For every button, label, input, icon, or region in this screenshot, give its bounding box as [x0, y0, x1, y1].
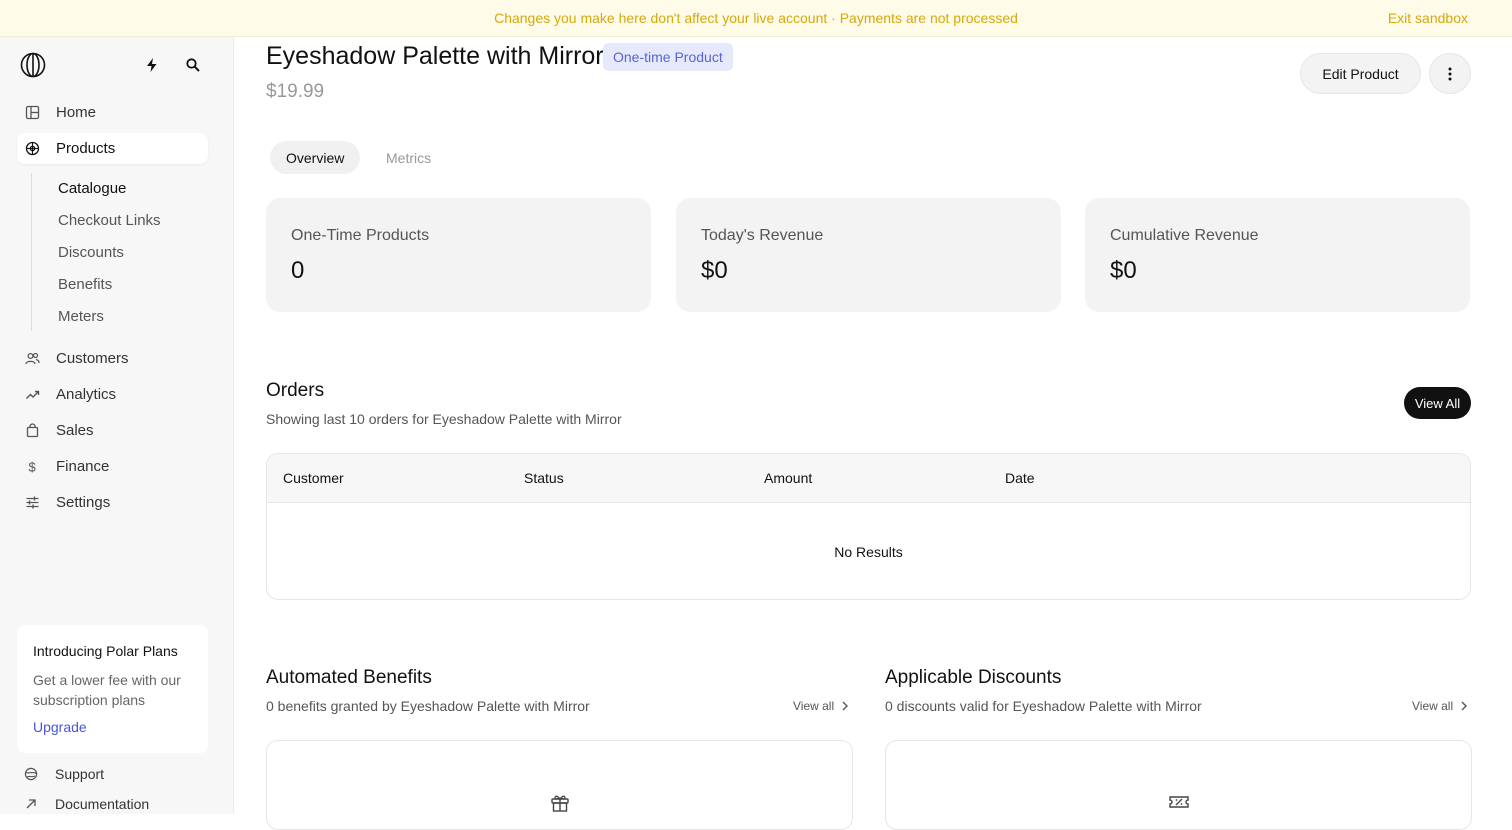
exit-sandbox-link[interactable]: Exit sandbox — [1388, 10, 1468, 26]
sandbox-banner: Changes you make here don't affect your … — [0, 0, 1512, 37]
products-icon — [25, 141, 40, 156]
subnav-item-checkout-links[interactable]: Checkout Links — [58, 212, 161, 229]
bag-icon — [26, 423, 39, 438]
sidebar-item-sales[interactable]: Sales — [17, 415, 208, 446]
tab-metrics[interactable]: Metrics — [370, 141, 447, 174]
main-content: Eyeshadow Palette with Mirror One-time P… — [234, 37, 1512, 830]
subnav-item-catalogue[interactable]: Catalogue — [58, 180, 126, 197]
stat-label: One-Time Products — [291, 227, 430, 244]
sandbox-message: Changes you make here don't affect your … — [494, 10, 1018, 26]
more-options-button[interactable] — [1429, 53, 1471, 94]
products-subnav: Catalogue Checkout Links Discounts Benef… — [31, 173, 207, 331]
column-header-status[interactable]: Status — [524, 470, 564, 486]
polar-plans-promo: Introducing Polar Plans Get a lower fee … — [17, 625, 208, 753]
chevron-right-icon — [1461, 701, 1468, 711]
dollar-icon: $ — [29, 460, 37, 475]
documentation-label: Documentation — [55, 796, 150, 812]
sidebar-item-finance[interactable]: $ Finance — [17, 451, 208, 482]
layout-icon — [25, 105, 40, 120]
sidebar: Home Products Catalogue Checkout Links D… — [0, 37, 234, 814]
search-icon[interactable] — [185, 57, 201, 73]
benefits-subtitle: 0 benefits granted by Eyeshadow Palette … — [266, 698, 590, 714]
trend-icon — [26, 390, 40, 399]
stat-label: Cumulative Revenue — [1110, 227, 1259, 244]
edit-product-button[interactable]: Edit Product — [1300, 53, 1421, 94]
stat-card-one-time-products: One-Time Products 0 — [266, 198, 651, 312]
subnav-item-benefits[interactable]: Benefits — [58, 276, 112, 293]
orders-table-header: Customer Status Amount Date — [267, 454, 1470, 503]
orders-table: Customer Status Amount Date No Results — [266, 453, 1471, 600]
sidebar-item-label: Sales — [56, 422, 94, 439]
column-header-date[interactable]: Date — [1005, 470, 1035, 486]
globe-icon — [24, 767, 38, 781]
subnav-item-discounts[interactable]: Discounts — [58, 244, 124, 261]
sidebar-item-label: Settings — [56, 494, 111, 511]
lightning-icon[interactable] — [144, 57, 160, 73]
ticket-icon — [1169, 796, 1189, 808]
upgrade-link[interactable]: Upgrade — [33, 719, 87, 735]
promo-description: Get a lower fee with our subscription pl… — [33, 672, 181, 708]
gift-icon — [551, 795, 569, 812]
view-all-label: View all — [1412, 699, 1454, 713]
benefits-empty-box — [266, 740, 853, 830]
stat-card-todays-revenue: Today's Revenue $0 — [676, 198, 1061, 312]
product-price: $19.99 — [266, 81, 325, 102]
benefits-title: Automated Benefits — [266, 667, 432, 688]
no-results-message: No Results — [834, 544, 903, 560]
view-all-label: View all — [793, 699, 835, 713]
orders-title: Orders — [266, 380, 325, 401]
product-type-badge: One-time Product — [603, 43, 733, 71]
sidebar-item-home[interactable]: Home — [17, 97, 208, 128]
page-title: Eyeshadow Palette with Mirror — [266, 42, 604, 70]
column-header-customer[interactable]: Customer — [283, 470, 344, 486]
polar-logo-icon[interactable] — [20, 52, 46, 78]
sidebar-item-analytics[interactable]: Analytics — [17, 379, 208, 410]
benefits-view-all-link[interactable]: View all — [793, 699, 849, 713]
promo-title: Introducing Polar Plans — [33, 643, 178, 659]
sidebar-item-label: Customers — [56, 350, 129, 367]
discounts-view-all-link[interactable]: View all — [1412, 699, 1468, 713]
stat-card-cumulative-revenue: Cumulative Revenue $0 — [1085, 198, 1470, 312]
sidebar-item-settings[interactable]: Settings — [17, 487, 208, 518]
arrow-up-right-icon — [26, 799, 36, 809]
sidebar-item-products[interactable]: Products — [17, 133, 208, 164]
sidebar-item-label: Analytics — [56, 386, 117, 403]
discounts-empty-box — [885, 740, 1472, 830]
sidebar-item-label: Home — [56, 104, 97, 121]
subnav-item-meters[interactable]: Meters — [58, 308, 104, 325]
sidebar-item-label: Finance — [56, 458, 110, 475]
stat-value: $0 — [1110, 257, 1137, 284]
sidebar-item-customers[interactable]: Customers — [17, 343, 208, 374]
sidebar-item-label: Products — [56, 140, 116, 157]
sliders-icon — [26, 496, 39, 509]
discounts-subtitle: 0 discounts valid for Eyeshadow Palette … — [885, 698, 1202, 714]
column-header-amount[interactable]: Amount — [764, 470, 812, 486]
more-vertical-icon — [1448, 67, 1452, 80]
orders-view-all-button[interactable]: View All — [1404, 387, 1471, 419]
users-icon — [25, 352, 40, 365]
stat-value: $0 — [701, 257, 728, 284]
svg-text:$: $ — [29, 460, 37, 475]
support-label: Support — [55, 766, 105, 782]
tab-overview[interactable]: Overview — [270, 141, 361, 174]
chevron-right-icon — [842, 701, 849, 711]
stat-label: Today's Revenue — [701, 227, 824, 244]
stat-value: 0 — [291, 257, 305, 284]
orders-subtitle: Showing last 10 orders for Eyeshadow Pal… — [266, 411, 622, 427]
discounts-title: Applicable Discounts — [885, 667, 1062, 688]
